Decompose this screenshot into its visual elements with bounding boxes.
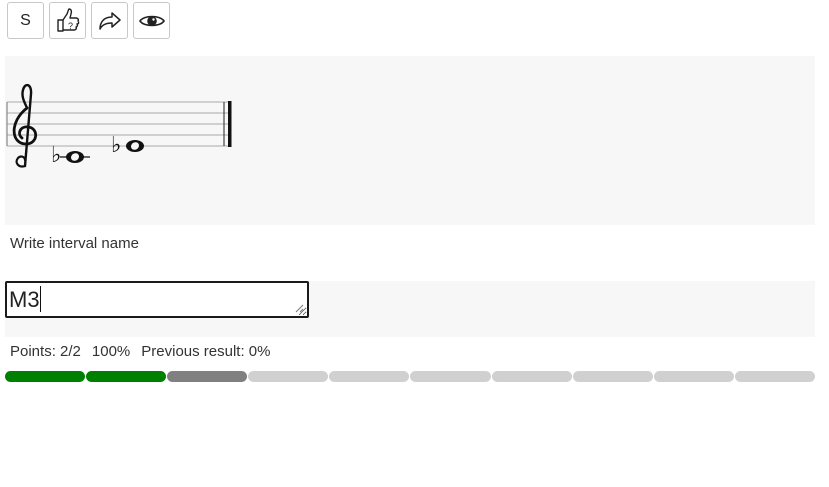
flat-icon: ♭ [111,133,121,158]
eye-icon [138,12,165,30]
previous-result-text: Previous result: 0% [141,343,271,360]
svg-text:?: ? [68,21,73,31]
s-button-label: S [20,11,31,29]
music-staff: ♭ ♭ [6,83,232,168]
points-text: Points: 2/2 [10,343,81,360]
s-button[interactable]: S [7,2,44,39]
note-gb4: ♭ [111,133,144,158]
progress-segment-pending [734,371,815,382]
final-barline [228,101,232,147]
note-eb4: ♭ [51,143,90,168]
progress-segment-pending [572,371,653,382]
progress-segment-correct [86,371,167,382]
question-prompt: Write interval name [10,235,139,252]
thumbs-up-question-icon: ? [55,7,81,34]
text-cursor [39,286,41,312]
results-line: Points: 2/2 100% Previous result: 0% [10,343,271,360]
resize-grip-icon[interactable] [295,304,304,313]
treble-clef-icon [12,83,38,168]
answer-panel: M3 [5,281,815,337]
show-answer-button[interactable] [133,2,170,39]
progress-segment-pending [248,371,329,382]
progress-segment-pending [410,371,491,382]
hint-button[interactable]: ? [49,2,86,39]
share-arrow-icon [98,9,122,33]
toolbar: S ? [7,2,170,40]
progress-segment-pending [653,371,734,382]
progress-segment-correct [5,371,86,382]
interval-exercise-page: S ? ♭ ♭ Write interval name M3 Points: 2… [0,0,829,487]
progress-segment-pending [491,371,572,382]
staff-panel: ♭ ♭ [5,56,815,225]
progress-segment-pending [329,371,410,382]
percent-text: 100% [91,343,131,360]
progress-bar [5,371,815,382]
flat-icon: ♭ [51,143,61,168]
answer-input[interactable]: M3 [5,281,309,318]
progress-segment-current [167,371,248,382]
answer-input-value: M3 [9,287,40,312]
share-button[interactable] [91,2,128,39]
